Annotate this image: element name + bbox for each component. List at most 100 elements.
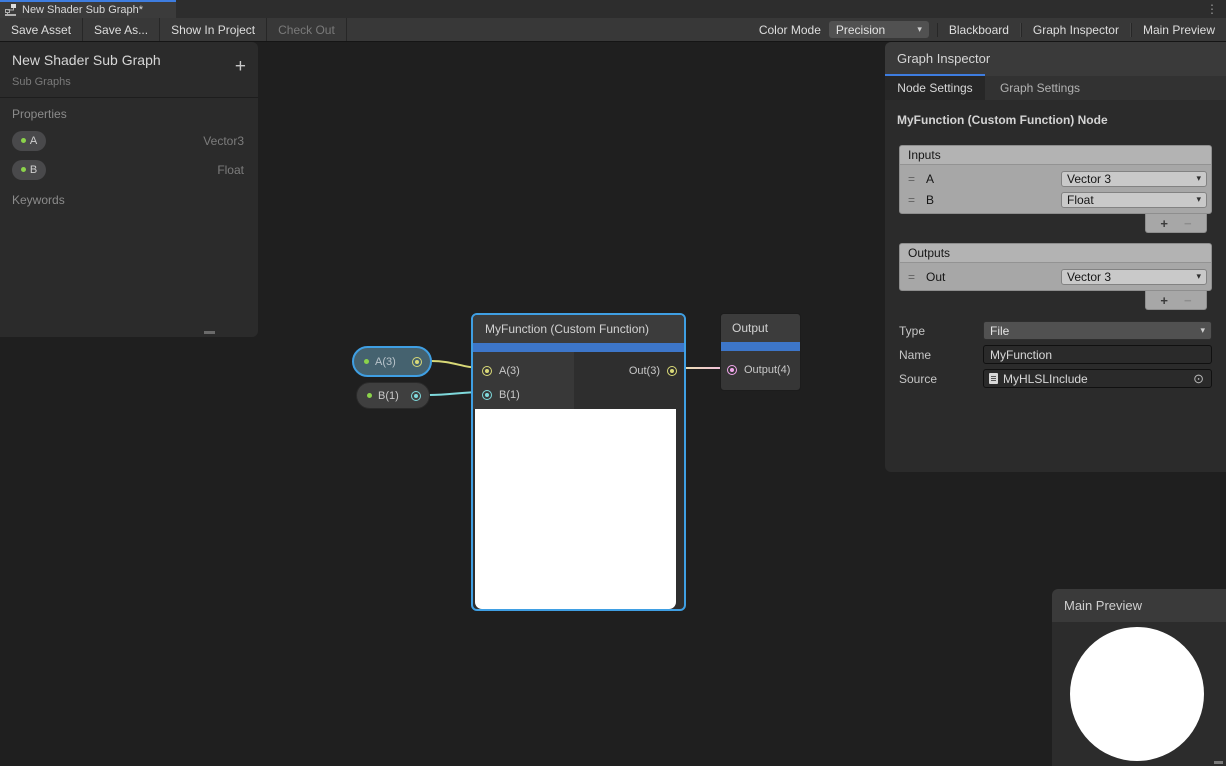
tab-new-shader-sub-graph[interactable]: New Shader Sub Graph* [0,0,176,18]
color-mode-label: Color Mode [751,23,829,37]
remove-output-button[interactable]: − [1184,293,1192,308]
outputs-list-header: Outputs [900,244,1211,263]
function-name-input[interactable] [983,345,1212,364]
name-label: Name [899,348,983,362]
input-name: A [926,172,1061,186]
properties-section-label: Properties [0,98,258,126]
precision-color-bar [473,343,684,352]
node-preview-image [475,409,676,609]
output-type-dropdown[interactable]: Vector 3 ▾ [1061,269,1207,285]
custom-function-node[interactable]: MyFunction (Custom Function) A(3) B(1) O… [471,313,686,611]
color-mode-value: Precision [836,23,885,37]
subgraph-icon [5,4,17,16]
exposed-dot [21,167,26,172]
blackboard-panel: New Shader Sub Graph Sub Graphs + Proper… [0,42,258,337]
property-name: A [30,135,37,147]
drag-handle-icon[interactable]: = [904,270,926,284]
blackboard-subtitle: Sub Graphs [12,76,246,88]
graph-inspector-panel: Graph Inspector Node Settings Graph Sett… [885,42,1226,472]
blackboard-toggle-button[interactable]: Blackboard [937,23,1021,37]
blackboard-title: New Shader Sub Graph [12,52,246,68]
port-label: Out(3) [629,365,660,377]
outputs-list-footer: + − [1145,291,1207,310]
blackboard-header[interactable]: New Shader Sub Graph Sub Graphs + [0,42,258,98]
chevron-down-icon: ▾ [1196,173,1201,184]
graph-inspector-title: Graph Inspector [897,51,990,66]
graph-inspector-toggle-button[interactable]: Graph Inspector [1021,23,1131,37]
input-port-vector4[interactable] [727,365,737,375]
property-node-b[interactable]: B(1) [356,382,430,409]
chevron-down-icon: ▾ [1196,271,1201,282]
window-menu-icon[interactable]: ⋮ [1206,1,1218,17]
port-label: A(3) [499,365,520,377]
type-label: Type [899,324,983,338]
node-title-bar[interactable]: MyFunction (Custom Function) [473,315,684,343]
property-node-label: A(3) [375,356,396,368]
precision-color-bar [721,342,800,351]
input-port-vector3[interactable] [482,366,492,376]
tab-title: New Shader Sub Graph* [22,4,143,16]
show-in-project-button[interactable]: Show In Project [160,18,267,41]
output-port-vector3[interactable] [412,357,422,367]
blackboard-resize-handle[interactable] [204,331,215,334]
remove-input-button[interactable]: − [1184,216,1192,231]
save-asset-button[interactable]: Save Asset [0,18,83,41]
inputs-list: Inputs = A Vector 3 ▾ = B Float ▾ [899,145,1212,214]
output-node[interactable]: Output Output(4) [720,313,801,391]
add-property-button[interactable]: + [235,57,246,76]
exposed-property-dot [367,393,372,398]
toolbar-right-group: Color Mode Precision ▾ Blackboard Graph … [751,18,1226,41]
input-type-dropdown[interactable]: Float ▾ [1061,192,1207,208]
main-preview-toggle-button[interactable]: Main Preview [1131,23,1226,37]
file-icon [989,373,998,384]
property-node-a[interactable]: A(3) [352,346,432,377]
add-input-button[interactable]: + [1160,216,1168,231]
source-field-row: Source MyHLSLInclude ⊙ [899,369,1212,388]
node-title-bar[interactable]: Output [721,314,800,342]
blackboard-property-row[interactable]: B Float [0,155,258,184]
output-port-float[interactable] [411,391,421,401]
input-type-dropdown[interactable]: Vector 3 ▾ [1061,171,1207,187]
save-as-button[interactable]: Save As... [83,18,160,41]
tab-bar: New Shader Sub Graph* ⋮ [0,0,1226,18]
property-node-label: B(1) [378,390,399,402]
property-pill-a[interactable]: A [12,131,46,151]
output-port-row: Out(3) [629,365,677,377]
input-row-a[interactable]: = A Vector 3 ▾ [904,168,1207,189]
type-dropdown[interactable]: File ▾ [983,321,1212,340]
main-preview-panel: Main Preview [1052,589,1226,766]
preview-resize-handle[interactable] [1214,761,1223,764]
chevron-down-icon: ▾ [1200,325,1205,336]
input-port-row-b: B(1) [482,389,520,401]
preview-sphere[interactable] [1070,627,1204,761]
property-pill-b[interactable]: B [12,160,46,180]
blackboard-property-row[interactable]: A Vector3 [0,126,258,155]
input-type-value: Vector 3 [1067,172,1111,186]
output-port-vector3[interactable] [667,366,677,376]
object-picker-icon[interactable]: ⊙ [1191,372,1206,385]
graph-inspector-header[interactable]: Graph Inspector [885,42,1226,76]
color-mode-dropdown[interactable]: Precision ▾ [829,21,929,38]
input-name: B [926,193,1061,207]
drag-handle-icon[interactable]: = [904,193,926,207]
source-label: Source [899,372,983,386]
node-port-section: A(3) B(1) Out(3) [473,352,684,409]
output-row-out[interactable]: = Out Vector 3 ▾ [904,266,1207,287]
type-field-row: Type File ▾ [899,321,1212,340]
tab-node-settings[interactable]: Node Settings [885,76,985,100]
port-label: Output(4) [744,364,790,376]
port-label: B(1) [499,389,520,401]
property-type: Vector3 [203,134,244,148]
property-type: Float [217,163,244,177]
inputs-list-header: Inputs [900,146,1211,165]
source-object-field[interactable]: MyHLSLInclude ⊙ [983,369,1212,388]
main-preview-header[interactable]: Main Preview [1052,589,1226,622]
tab-graph-settings[interactable]: Graph Settings [985,76,1095,100]
input-row-b[interactable]: = B Float ▾ [904,189,1207,210]
source-value: MyHLSLInclude [1003,372,1088,386]
add-output-button[interactable]: + [1160,293,1168,308]
input-port-float[interactable] [482,390,492,400]
input-port-row-a: A(3) [482,365,520,377]
name-field-row: Name [899,345,1212,364]
drag-handle-icon[interactable]: = [904,172,926,186]
